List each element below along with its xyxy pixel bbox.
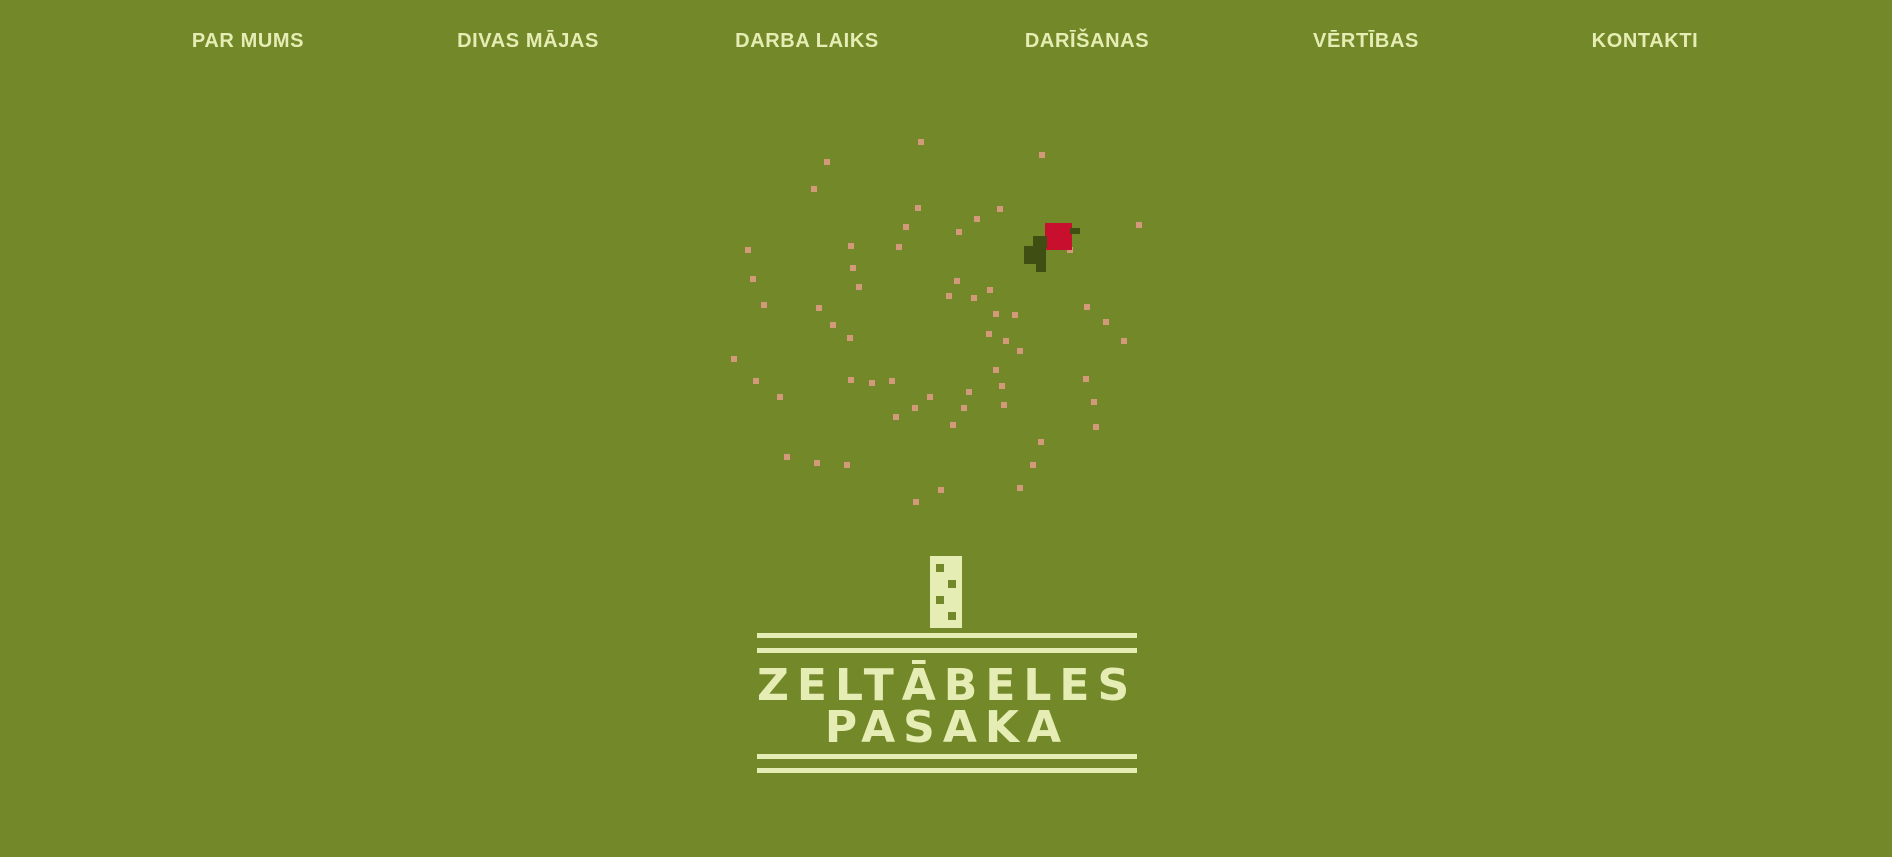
hero: ZELTĀBELES PASAKA	[0, 0, 1892, 857]
logo-rule-top-1	[757, 633, 1137, 638]
logo-rule-bottom-2	[757, 768, 1137, 773]
folk-pattern-apple-tree-icon	[731, 139, 1142, 628]
logo-rule-top-2	[757, 648, 1137, 653]
logo-title-line-2: PASAKA	[824, 702, 1070, 753]
logo-rule-bottom-1	[757, 754, 1137, 759]
logo[interactable]: ZELTĀBELES PASAKA	[757, 633, 1137, 777]
